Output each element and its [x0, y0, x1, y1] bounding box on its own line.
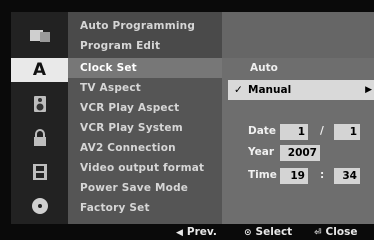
- lock-icon[interactable]: [11, 126, 68, 150]
- menu-item-vcr-play-aspect[interactable]: VCR Play Aspect: [68, 98, 222, 118]
- panel-header-area: [222, 12, 374, 58]
- left-arrow-icon: ◀: [176, 228, 183, 238]
- category-rail: A: [11, 12, 68, 224]
- setup-screen: A Auto Programming Program Edit Clock Se…: [0, 0, 374, 240]
- setup-menu: Auto Programming Program Edit Clock Set …: [68, 12, 222, 224]
- menu-item-clock-set[interactable]: Clock Set: [68, 58, 222, 78]
- time-separator: :: [320, 169, 325, 181]
- select-button-icon: ⊙: [244, 228, 252, 238]
- select-hint[interactable]: ⊙ Select: [244, 225, 292, 239]
- clock-settings-panel: Auto ✓ Manual ▶ Date 1 / 1 Year 2007 Time…: [222, 12, 374, 224]
- menu-item-factory-set[interactable]: Factory Set: [68, 198, 222, 218]
- prev-label: Prev.: [186, 226, 217, 238]
- option-manual[interactable]: ✓ Manual ▶: [228, 80, 374, 100]
- time-hour-field[interactable]: 19: [280, 168, 308, 184]
- date-day-field[interactable]: 1: [334, 124, 360, 140]
- time-label: Time: [248, 169, 277, 181]
- audio-speaker-icon[interactable]: [11, 92, 68, 116]
- menu-item-video-output-format[interactable]: Video output format: [68, 158, 222, 178]
- disc-menu-icon[interactable]: [11, 24, 68, 48]
- menu-item-power-save-mode[interactable]: Power Save Mode: [68, 178, 222, 198]
- film-strip-icon[interactable]: [11, 160, 68, 184]
- return-icon: ⏎: [314, 228, 322, 238]
- option-auto[interactable]: Auto: [222, 58, 374, 78]
- menu-item-av2-connection[interactable]: AV2 Connection: [68, 138, 222, 158]
- date-label: Date: [248, 125, 276, 137]
- close-label: Close: [325, 226, 358, 238]
- year-label: Year: [248, 146, 275, 158]
- year-field[interactable]: 2007: [280, 145, 320, 161]
- close-hint[interactable]: ⏎ Close: [314, 225, 357, 239]
- arrow-right-icon: ▶: [365, 85, 372, 95]
- menu-item-auto-programming[interactable]: Auto Programming: [68, 16, 222, 36]
- menu-item-program-edit[interactable]: Program Edit: [68, 36, 222, 56]
- date-separator: /: [320, 125, 324, 137]
- language-icon[interactable]: A: [11, 58, 68, 82]
- select-label: Select: [255, 226, 293, 238]
- footer-hints: ◀ Prev. ⊙ Select ⏎ Close: [0, 224, 374, 240]
- prev-hint[interactable]: ◀ Prev.: [176, 225, 217, 239]
- time-minute-field[interactable]: 34: [334, 168, 360, 184]
- checkmark-icon: ✓: [234, 84, 243, 96]
- menu-item-tv-aspect[interactable]: TV Aspect: [68, 78, 222, 98]
- option-manual-label: Manual: [248, 84, 292, 96]
- menu-item-vcr-play-system[interactable]: VCR Play System: [68, 118, 222, 138]
- date-month-field[interactable]: 1: [280, 124, 308, 140]
- disc-icon[interactable]: [11, 194, 68, 218]
